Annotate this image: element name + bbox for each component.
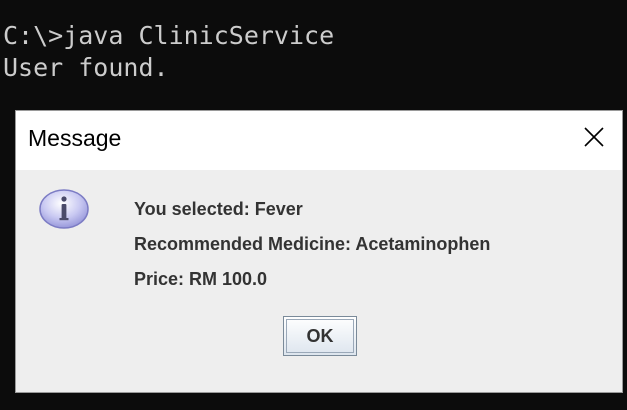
info-icon bbox=[39, 189, 89, 229]
message-dialog: Message You selected: Fever Recommended … bbox=[15, 110, 623, 393]
dialog-titlebar[interactable]: Message bbox=[16, 111, 622, 170]
console-line-output: User found. bbox=[3, 53, 169, 82]
message-line-medicine: Recommended Medicine: Acetaminophen bbox=[134, 234, 491, 254]
ok-button[interactable]: OK bbox=[283, 316, 357, 356]
message-line-price: Price: RM 100.0 bbox=[134, 269, 268, 289]
console-line-command: C:\>java ClinicService bbox=[3, 21, 335, 50]
close-icon bbox=[584, 127, 604, 147]
dialog-title: Message bbox=[28, 125, 122, 151]
ok-button-label: OK bbox=[286, 319, 354, 353]
message-line-selection: You selected: Fever bbox=[134, 199, 303, 219]
close-button[interactable] bbox=[566, 111, 622, 167]
